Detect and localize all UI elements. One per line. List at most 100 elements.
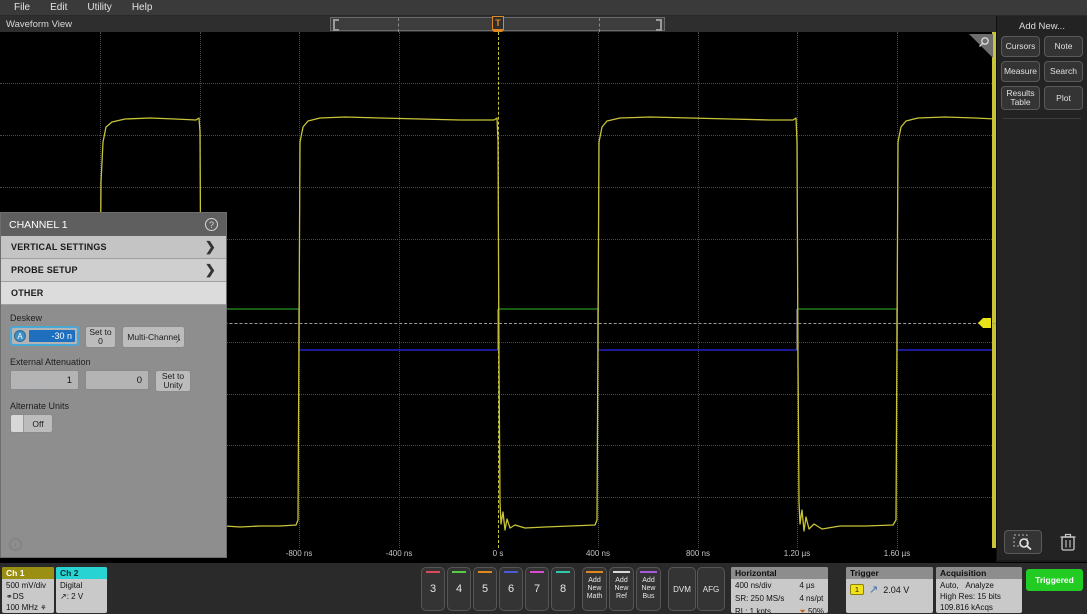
add-new-ref-button[interactable]: Add New Ref <box>609 567 634 611</box>
section-vertical-settings[interactable]: VERTICAL SETTINGS ❯ <box>1 236 226 259</box>
channel-2-badge[interactable]: Ch 2 Digital ↗: 2 V <box>56 567 107 613</box>
section-probe-setup[interactable]: PROBE SETUP ❯ <box>1 259 226 282</box>
rising-edge-icon: ↗ <box>869 583 878 596</box>
attenuation-field-2[interactable]: 0 <box>85 370 149 390</box>
ch1-level-marker[interactable] <box>978 316 992 330</box>
overview-tick <box>599 18 600 32</box>
deskew-value: -30 n <box>29 330 75 342</box>
status-badge[interactable]: Triggered <box>1026 569 1083 591</box>
channel-button-5[interactable]: 5 <box>473 567 497 611</box>
ghost-clock-label: Clock <box>15 377 48 392</box>
afg-button[interactable]: AFG <box>697 567 725 611</box>
alternate-units-state: Off <box>24 419 52 429</box>
horizontal-badge-title: Horizontal <box>731 567 828 579</box>
add-label-3: Math <box>587 593 603 601</box>
acquisition-badge-title: Acquisition <box>936 567 1022 579</box>
sidebar-divider <box>1003 118 1081 119</box>
zoom-icon[interactable] <box>1004 530 1042 554</box>
channel-color-bar <box>530 571 544 573</box>
channel-button-3[interactable]: 3 <box>421 567 445 611</box>
horizontal-badge[interactable]: Horizontal 400 ns/div 4 µs SR: 250 MS/s … <box>731 567 828 613</box>
channel-button-8[interactable]: 8 <box>551 567 575 611</box>
menu-item-file[interactable]: File <box>8 0 36 15</box>
sidebar-button-search[interactable]: Search <box>1044 61 1083 82</box>
chevron-right-icon: ❯ <box>205 262 216 278</box>
alternate-units-toggle[interactable]: Off <box>10 414 53 433</box>
menu-item-utility[interactable]: Utility <box>81 0 117 15</box>
ch2-badge-title: Ch 2 <box>56 567 107 579</box>
help-icon[interactable]: ? <box>205 218 218 231</box>
acq-resolution: High Res: 15 bits <box>940 592 1018 603</box>
ch2-threshold: : 2 V <box>67 592 83 601</box>
acquisition-badge-body: Auto, Analyze High Res: 15 bits 109.816 … <box>936 579 1022 613</box>
sidebar-button-cursors[interactable]: Cursors <box>1001 36 1040 57</box>
time-tick-label: 0 s <box>493 549 504 558</box>
add-label-3: Bus <box>642 593 654 601</box>
add-label-2: New <box>587 585 601 593</box>
add-new-sidebar: Add New... Cursors Note Measure Search R… <box>996 16 1087 560</box>
channel-button-6[interactable]: 6 <box>499 567 523 611</box>
trigger-badge[interactable]: Trigger 1 ↗ 2.04 V <box>846 567 933 613</box>
ch2-type: Digital <box>60 581 103 592</box>
channel-color-bar <box>556 571 570 573</box>
dvm-button[interactable]: DVM <box>668 567 696 611</box>
channel-button-7[interactable]: 7 <box>525 567 549 611</box>
sidebar-tools <box>997 530 1087 554</box>
chevron-right-icon: ❯ <box>205 239 216 255</box>
time-tick-label: 800 ns <box>686 549 710 558</box>
overview-left-bracket[interactable] <box>333 19 339 31</box>
deskew-input[interactable]: A -30 n <box>10 326 79 346</box>
menu-item-help[interactable]: Help <box>126 0 159 15</box>
add-new-bus-button[interactable]: Add New Bus <box>636 567 661 611</box>
sidebar-button-note[interactable]: Note <box>1044 36 1083 57</box>
knob-a-icon[interactable]: A <box>14 330 26 342</box>
ch1-badge-title: Ch 1 <box>2 567 54 579</box>
set-to-zero-button[interactable]: Set to 0 <box>85 326 116 348</box>
ch1-badge-body: 500 mV/div ⚭DS 100 MHz ⚘ <box>2 579 54 613</box>
bus-color-bar <box>640 571 657 573</box>
channel-1-settings-panel: CHANNEL 1 ? VERTICAL SETTINGS ❯ PROBE SE… <box>0 212 227 558</box>
multi-channel-label: Multi-Channel <box>127 333 179 342</box>
sidebar-button-plot[interactable]: Plot <box>1044 86 1083 110</box>
horizontal-position-row: ⏷ 50% <box>799 607 824 613</box>
add-label-3: Ref <box>616 593 627 601</box>
trigger-source-chip[interactable]: 1 <box>850 584 864 595</box>
menu-item-edit[interactable]: Edit <box>44 0 73 15</box>
time-tick-label: 1.60 µs <box>884 549 910 558</box>
time-tick-label: 1.20 µs <box>784 549 810 558</box>
add-label-2: New <box>614 585 628 593</box>
acq-count: 109.816 kAcqs <box>940 603 1018 613</box>
acq-mode-row: Auto, Analyze <box>940 581 1018 592</box>
channel-1-badge[interactable]: Ch 1 500 mV/div ⚭DS 100 MHz ⚘ <box>2 567 54 613</box>
channel-button-label: 6 <box>508 583 514 595</box>
overview-trigger-marker[interactable]: T <box>492 16 504 30</box>
oscilloscope-app: File Edit Utility Help Waveform View T <box>0 0 1087 614</box>
alternate-units-label: Alternate Units <box>10 401 217 411</box>
ch1-coupling: DS <box>13 592 24 601</box>
channel-color-bar <box>452 571 466 573</box>
horizontal-total: 4 µs <box>799 581 824 592</box>
ch2-threshold-row: ↗: 2 V <box>60 592 103 603</box>
section-label: PROBE SETUP <box>11 265 78 275</box>
trash-icon[interactable] <box>1055 530 1081 554</box>
sidebar-button-measure[interactable]: Measure <box>1001 61 1040 82</box>
acquisition-badge[interactable]: Acquisition Auto, Analyze High Res: 15 b… <box>936 567 1022 613</box>
edge-slope-icon: ↗ <box>60 592 67 601</box>
panel-info-icon[interactable]: ⓘ <box>9 538 22 551</box>
ch1-bandwidth-row: 100 MHz ⚘ <box>6 603 50 613</box>
set-to-unity-button[interactable]: Set to Unity <box>155 370 191 392</box>
section-other[interactable]: OTHER <box>1 282 226 305</box>
time-tick-label: 400 ns <box>586 549 610 558</box>
overview-tick <box>398 18 399 32</box>
center-time-cursor[interactable] <box>498 32 499 548</box>
overview-right-bracket[interactable] <box>656 19 662 31</box>
sidebar-button-grid: Cursors Note Measure Search Results Tabl… <box>997 36 1087 110</box>
zoom-corner-handle[interactable] <box>969 34 993 58</box>
add-new-math-button[interactable]: Add New Math <box>582 567 607 611</box>
add-label-1: Add <box>642 577 654 585</box>
sidebar-button-results-table[interactable]: Results Table <box>1001 86 1040 110</box>
multi-channel-button[interactable]: Multi-Channel ↗ <box>122 326 185 348</box>
channel-button-4[interactable]: 4 <box>447 567 471 611</box>
horizontal-scale: 400 ns/div <box>735 581 793 592</box>
channel-color-bar <box>478 571 492 573</box>
